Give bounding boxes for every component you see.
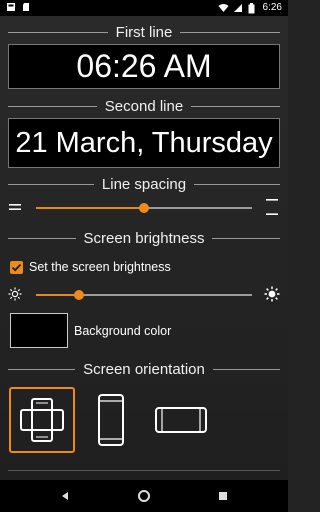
compact-spacing-icon [8,200,22,219]
line-spacing-title: Line spacing [101,175,187,193]
background-color-swatch[interactable] [10,313,68,348]
high-brightness-icon [264,286,280,307]
status-time: 6:26 [262,2,282,13]
divider [8,31,108,33]
screen-orientation-title: Screen orientation [83,360,205,378]
second-line-title: Second line [104,97,184,115]
orientation-portrait-option[interactable] [78,387,144,453]
screen-brightness-title: Screen brightness [83,229,205,247]
back-button[interactable] [57,488,73,504]
navigation-bar [0,480,288,512]
line-spacing-fill [36,207,144,209]
recents-button[interactable] [215,488,231,504]
divider [8,237,76,239]
divider [8,470,280,471]
wide-spacing-icon [265,198,279,221]
first-line-title: First line [115,23,173,41]
first-line-value: 06:26 AM [76,48,212,84]
screen-brightness-header: Screen brightness [8,228,280,248]
divider [180,31,280,33]
divider [8,105,97,107]
back-icon [62,492,68,500]
divider [8,183,94,185]
battery-icon [248,2,258,13]
divider [194,183,281,185]
second-line-value: 21 March, Thursday [15,126,273,159]
recents-icon [219,492,227,500]
divider [8,368,76,370]
auto-rotate-icon [20,398,64,442]
first-line-display[interactable]: 06:26 AM [8,44,280,89]
background-color-row[interactable]: Background color [10,313,171,348]
status-bar: 6:26 [0,0,288,16]
orientation-auto-rotate-option[interactable] [9,387,75,453]
brightness-slider[interactable] [36,290,252,300]
home-icon [138,490,150,502]
settings-content: First line 06:26 AM Second line 21 March… [0,16,288,480]
line-spacing-thumb[interactable] [139,203,149,213]
brightness-fill [36,294,80,296]
screen-orientation-header: Screen orientation [8,359,280,379]
brightness-thumb[interactable] [74,290,85,300]
set-brightness-checkbox[interactable] [10,260,23,274]
line-spacing-slider[interactable] [36,203,252,213]
set-brightness-label: Set the screen brightness [29,260,171,274]
sd-card-icon [21,2,31,12]
line-spacing-header: Line spacing [8,174,281,194]
divider [191,105,280,107]
landscape-phone-icon [155,407,207,433]
notification-icon [6,2,16,12]
low-brightness-icon [8,287,22,306]
portrait-phone-icon [98,394,124,446]
second-line-display[interactable]: 21 March, Thursday [8,118,280,168]
wifi-icon [218,3,229,13]
home-button[interactable] [136,488,152,504]
line-spacing-row [0,196,288,220]
set-brightness-checkbox-row[interactable]: Set the screen brightness [10,258,171,276]
orientation-landscape-option[interactable] [148,387,214,453]
divider [212,368,280,370]
signal-icon [233,3,243,13]
brightness-row [0,283,288,307]
divider [212,237,280,239]
first-line-header: First line [8,22,280,42]
second-line-header: Second line [8,96,280,116]
background-color-label: Background color [74,323,172,338]
